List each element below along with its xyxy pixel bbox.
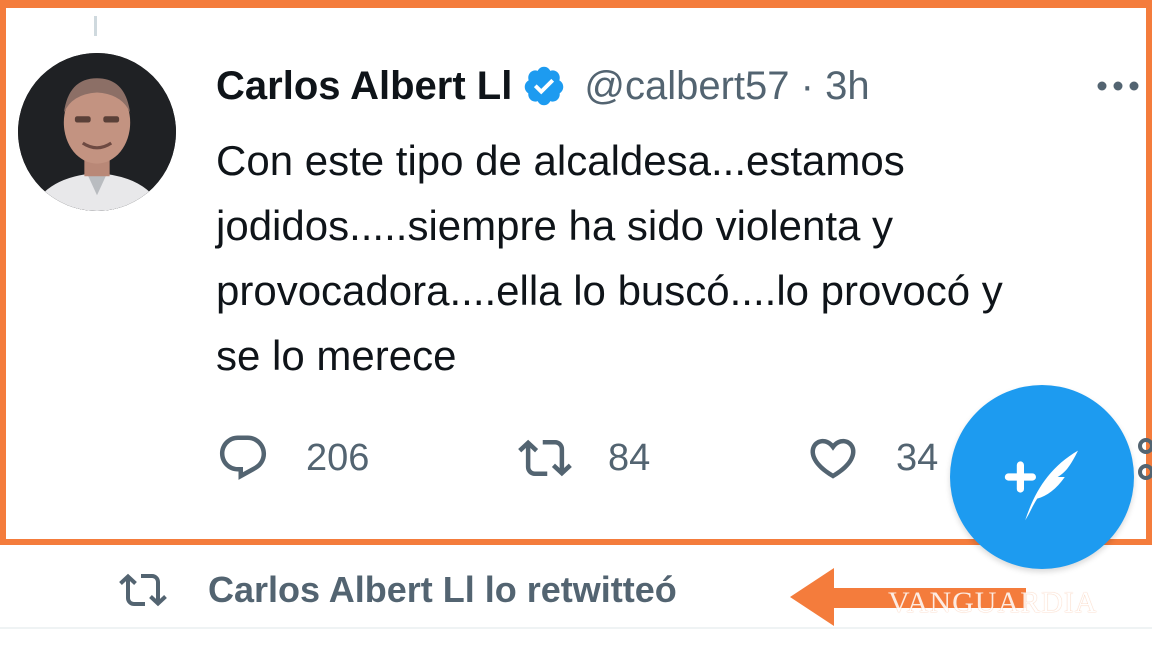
- retweet-context[interactable]: Carlos Albert Ll lo retwitteó: [118, 560, 677, 620]
- retweet-button[interactable]: 84: [518, 428, 650, 488]
- retweet-icon: [119, 573, 167, 607]
- retweet-count: 84: [608, 436, 651, 479]
- compose-tweet-icon: [1004, 450, 1078, 521]
- author-display-name[interactable]: Carlos Albert Ll: [216, 64, 512, 109]
- time-separator: ·: [800, 63, 826, 108]
- thread-line: [94, 16, 97, 36]
- reply-count: 206: [306, 436, 370, 479]
- more-dots-icon[interactable]: [1094, 66, 1142, 106]
- author-handle[interactable]: @calbert57 · 3h: [584, 64, 869, 109]
- avatar-photo: [18, 53, 176, 211]
- handle-text: @calbert57: [584, 63, 790, 108]
- reply-button[interactable]: 206: [216, 428, 369, 488]
- divider: [0, 627, 1152, 629]
- verified-badge-icon: [522, 64, 566, 108]
- tweet-time[interactable]: 3h: [825, 64, 870, 108]
- tweet-text: Con este tipo de alcaldesa...estamos jod…: [216, 137, 1003, 379]
- compose-tweet-button[interactable]: [950, 385, 1134, 569]
- like-count: 34: [896, 436, 939, 479]
- avatar[interactable]: [18, 53, 176, 211]
- retweet-context-label: Carlos Albert Ll lo retwitteó: [208, 569, 677, 610]
- tweet-header: Carlos Albert Ll @calbert57 · 3h: [216, 56, 870, 116]
- heart-icon: [810, 438, 856, 479]
- watermark: VANGUARDIA: [888, 586, 1098, 619]
- retweet-icon: [518, 439, 572, 477]
- reply-icon: [219, 435, 267, 480]
- like-button[interactable]: 34: [806, 428, 938, 488]
